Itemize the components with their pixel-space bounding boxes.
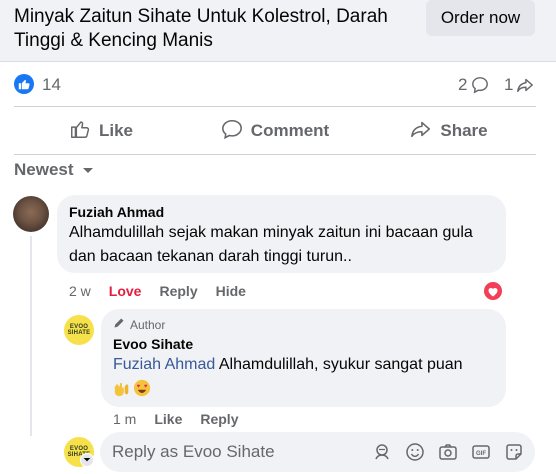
camera-icon[interactable] — [437, 441, 459, 463]
chevron-down-icon[interactable] — [80, 453, 94, 467]
reply-meta: 1 m Like Reply — [113, 411, 238, 427]
comment-count-icon[interactable] — [471, 76, 489, 99]
ad-header: Minyak Zaitun Sihate Untuk Kolestrol, Da… — [0, 0, 556, 62]
avatar[interactable] — [13, 196, 49, 232]
comment-text: Alhamdulillah sejak makan minyak zaitun … — [69, 224, 473, 265]
heart-icon[interactable] — [482, 280, 504, 302]
emoji-icon[interactable] — [404, 441, 426, 463]
reply-input[interactable] — [112, 432, 372, 472]
thumbs-up-icon — [69, 118, 91, 145]
reply-text-body: Alhamdulillah, syukur sangat puan — [218, 356, 463, 373]
gif-icon[interactable]: GIF — [470, 441, 492, 463]
divider-top — [14, 106, 536, 107]
ad-title[interactable]: Minyak Zaitun Sihate Untuk Kolestrol, Da… — [14, 5, 414, 53]
avatar-sticker-icon[interactable] — [371, 441, 393, 463]
reply-button-reply[interactable]: Reply — [200, 411, 238, 427]
reactions-bar: 14 2 1 — [0, 62, 556, 106]
sort-label: Newest — [14, 160, 74, 179]
share-count-icon[interactable] — [516, 76, 534, 99]
like-button-reply[interactable]: Like — [154, 411, 182, 427]
comment-button-label: Comment — [250, 121, 330, 140]
sticker-icon[interactable] — [503, 441, 525, 463]
avatar[interactable]: EVOO SIHATE — [64, 315, 94, 345]
author-badge-label: Author — [130, 318, 166, 332]
chevron-down-icon — [82, 160, 94, 180]
like-button-label: Like — [98, 121, 134, 140]
comment-meta: 2 w Love Reply Hide — [69, 283, 246, 299]
share-button-label: Share — [440, 121, 488, 140]
love-reaction-button[interactable]: Love — [109, 283, 142, 299]
like-count[interactable]: 14 — [42, 75, 61, 95]
mention-link[interactable]: Fuziah Ahmad — [113, 356, 215, 373]
like-button[interactable]: Like — [14, 108, 188, 154]
comment-author[interactable]: Fuziah Ahmad — [69, 203, 494, 221]
hide-button[interactable]: Hide — [216, 283, 246, 299]
comment-icon — [221, 118, 243, 145]
hands-emoji — [113, 379, 131, 402]
divider-bottom — [14, 154, 536, 155]
reply-text: Fuziah Ahmad Alhamdulillah, syukur sanga… — [113, 353, 494, 377]
comment-button[interactable]: Comment — [188, 108, 362, 154]
logo-text-line2: SIHATE — [67, 330, 91, 336]
order-now-button[interactable]: Order now — [426, 0, 535, 36]
comment-timestamp[interactable]: 2 w — [69, 283, 91, 299]
like-reaction-icon[interactable] — [14, 74, 34, 94]
reply-timestamp[interactable]: 1 m — [113, 411, 136, 427]
reply-bubble: Author Evoo Sihate Fuziah Ahmad Alhamdul… — [101, 309, 506, 407]
thread-connector — [30, 236, 32, 436]
pencil-icon — [113, 317, 125, 333]
comment-bubble: Fuziah Ahmad Alhamdulillah sejak makan m… — [57, 195, 506, 273]
emoji-row — [113, 379, 494, 402]
post-actions: Like Comment Share — [14, 108, 536, 154]
comment-sort-dropdown[interactable]: Newest — [14, 160, 94, 180]
comment-count[interactable]: 2 — [458, 75, 467, 95]
reply-composer: GIF — [100, 432, 535, 472]
svg-text:GIF: GIF — [476, 451, 486, 457]
composer-toolbar: GIF — [371, 441, 525, 463]
reply-author[interactable]: Evoo Sihate — [113, 335, 494, 353]
share-icon — [410, 118, 432, 145]
heart-eyes-emoji — [133, 379, 151, 402]
share-button[interactable]: Share — [362, 108, 536, 154]
reply-button[interactable]: Reply — [159, 283, 197, 299]
share-count[interactable]: 1 — [504, 75, 513, 95]
author-badge: Author — [113, 317, 494, 333]
